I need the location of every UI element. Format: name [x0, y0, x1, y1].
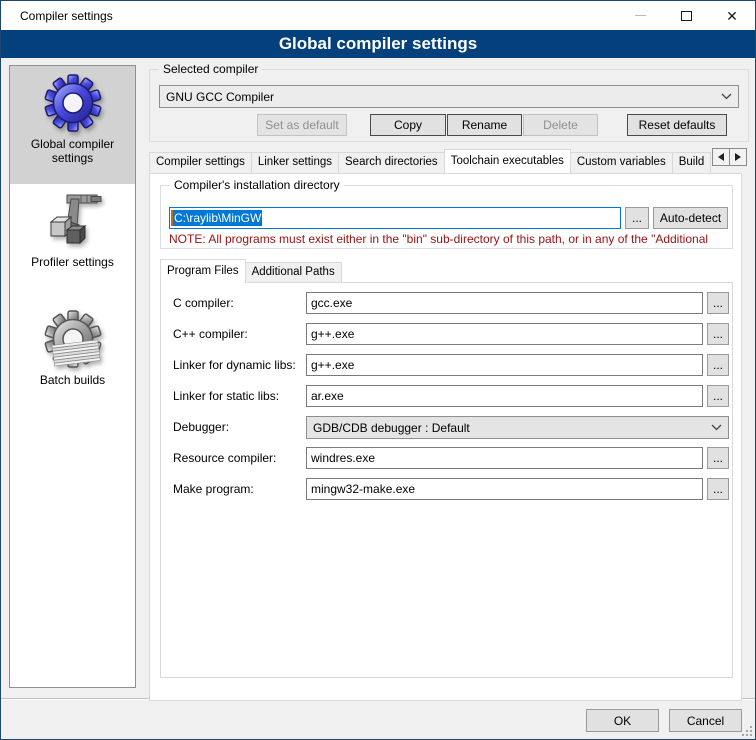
program-files-page: C compiler: ... C++ compiler: ... Linker… — [160, 282, 733, 678]
tab-program-files[interactable]: Program Files — [160, 259, 246, 283]
sidebar-item-label: Profiler settings — [10, 255, 135, 269]
make-program-browse-button[interactable]: ... — [707, 478, 729, 500]
linker-dynamic-input[interactable] — [306, 354, 703, 376]
sidebar-item-profiler-settings[interactable]: Profiler settings — [10, 184, 135, 302]
selected-compiler-group-label: Selected compiler — [159, 62, 262, 76]
debugger-label: Debugger: — [173, 416, 229, 438]
debugger-select-value: GDB/CDB debugger : Default — [313, 421, 707, 435]
maximize-icon — [681, 11, 692, 21]
arrow-left-icon — [718, 153, 724, 161]
page-title: Global compiler settings — [279, 34, 477, 54]
cpp-compiler-input[interactable] — [306, 323, 703, 345]
cpp-compiler-browse-button[interactable]: ... — [707, 323, 729, 345]
browse-directory-button[interactable]: ... — [625, 207, 649, 229]
sidebar-item-label: Batch builds — [10, 373, 135, 387]
installation-directory-group: Compiler's installation directory C:\ray… — [160, 185, 733, 249]
debugger-select[interactable]: GDB/CDB debugger : Default — [306, 416, 729, 439]
maximize-button[interactable] — [663, 1, 709, 30]
resource-compiler-browse-button[interactable]: ... — [707, 447, 729, 469]
auto-detect-button[interactable]: Auto-detect — [653, 207, 728, 229]
installation-directory-input[interactable]: C:\raylib\MinGW — [169, 207, 621, 229]
settings-category-list: Global compiler settings Profiler settin… — [9, 65, 136, 688]
blue-gear-icon — [41, 71, 105, 135]
arrow-right-icon — [735, 153, 741, 161]
close-icon: ✕ — [726, 9, 738, 23]
window-title: Compiler settings — [20, 9, 113, 23]
toolchain-executables-page: Compiler's installation directory C:\ray… — [149, 173, 742, 701]
tab-search-directories[interactable]: Search directories — [338, 152, 445, 173]
window-controls: ✕ — [617, 1, 755, 30]
note-text: NOTE: All programs must exist either in … — [169, 232, 730, 246]
delete-button[interactable]: Delete — [523, 114, 598, 136]
caliper-icon — [41, 189, 105, 253]
compiler-settings-dialog: Compiler settings ✕ Global compiler sett… — [0, 0, 756, 740]
linker-static-label: Linker for static libs: — [173, 385, 279, 407]
chevron-down-icon — [711, 424, 722, 431]
tab-scroll-left-button[interactable] — [712, 148, 730, 166]
c-compiler-label: C compiler: — [173, 292, 234, 314]
c-compiler-input[interactable] — [306, 292, 703, 314]
installation-directory-value: C:\raylib\MinGW — [173, 210, 262, 226]
title-bar[interactable]: Compiler settings ✕ — [1, 1, 755, 30]
sidebar-item-global-compiler-settings[interactable]: Global compiler settings — [10, 66, 135, 184]
resize-grip[interactable] — [742, 726, 752, 736]
set-as-default-button[interactable]: Set as default — [257, 114, 347, 136]
ok-button[interactable]: OK — [586, 709, 659, 732]
make-program-label: Make program: — [173, 478, 254, 500]
tab-scroll-right-button[interactable] — [729, 148, 747, 166]
linker-static-input[interactable] — [306, 385, 703, 407]
cpp-compiler-label: C++ compiler: — [173, 323, 248, 345]
compiler-tabs: Compiler settings Linker settings Search… — [149, 148, 713, 173]
linker-dynamic-browse-button[interactable]: ... — [707, 354, 729, 376]
installation-directory-group-label: Compiler's installation directory — [170, 178, 344, 192]
chevron-down-icon — [721, 93, 732, 100]
tab-additional-paths[interactable]: Additional Paths — [245, 262, 342, 283]
reset-defaults-button[interactable]: Reset defaults — [627, 114, 727, 136]
tab-compiler-settings[interactable]: Compiler settings — [149, 152, 252, 173]
tab-linker-settings[interactable]: Linker settings — [251, 152, 339, 173]
cancel-button[interactable]: Cancel — [669, 709, 742, 732]
compiler-buttons-row: Set as default Copy Rename Delete Reset … — [150, 114, 727, 136]
close-button[interactable]: ✕ — [709, 1, 755, 30]
sidebar-item-batch-builds[interactable]: Batch builds — [10, 302, 135, 420]
selected-compiler-group: Selected compiler GNU GCC Compiler Set a… — [149, 69, 749, 142]
resource-compiler-label: Resource compiler: — [173, 447, 276, 469]
rename-button[interactable]: Rename — [447, 114, 522, 136]
minimize-button[interactable] — [617, 1, 663, 30]
tab-build-options[interactable]: Build — [672, 152, 712, 173]
compiler-select-value: GNU GCC Compiler — [166, 90, 717, 104]
tab-toolchain-executables[interactable]: Toolchain executables — [444, 149, 571, 173]
gray-gear-stack-icon — [41, 307, 105, 371]
program-tabs: Program Files Additional Paths — [160, 258, 733, 283]
tab-scroll-buttons — [713, 148, 747, 166]
minimize-icon — [635, 15, 646, 16]
c-compiler-browse-button[interactable]: ... — [707, 292, 729, 314]
sidebar-item-label: Global compiler settings — [10, 137, 135, 165]
compiler-select[interactable]: GNU GCC Compiler — [159, 85, 739, 108]
tab-custom-variables[interactable]: Custom variables — [570, 152, 673, 173]
page-header: Global compiler settings — [1, 30, 755, 58]
make-program-input[interactable] — [306, 478, 703, 500]
copy-button[interactable]: Copy — [370, 114, 446, 136]
linker-static-browse-button[interactable]: ... — [707, 385, 729, 407]
resource-compiler-input[interactable] — [306, 447, 703, 469]
linker-dynamic-label: Linker for dynamic libs: — [173, 354, 296, 376]
